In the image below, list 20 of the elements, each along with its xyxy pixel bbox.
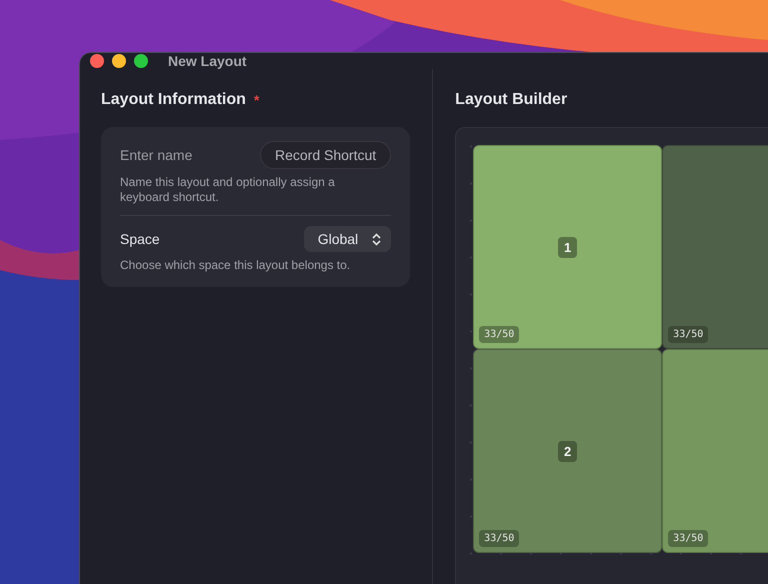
window-title: New Layout xyxy=(168,53,247,69)
layout-tile[interactable]: 1 33/50 xyxy=(473,145,662,349)
required-mark: * xyxy=(254,92,260,108)
tile-ratio: 33/50 xyxy=(668,530,708,547)
name-field[interactable]: Enter name xyxy=(120,147,260,163)
tile-number: 1 xyxy=(558,236,578,258)
tile-ratio: 33/50 xyxy=(668,326,708,343)
space-select[interactable]: Global xyxy=(304,226,392,252)
tile-ratio: 33/50 xyxy=(479,530,520,547)
space-label: Space xyxy=(120,231,160,247)
name-hint: Name this layout and optionally assign a keyboard shortcut. xyxy=(120,175,336,205)
section-title: Layout Information xyxy=(101,91,246,109)
layout-tile[interactable]: 2 33/50 xyxy=(473,349,662,553)
space-hint: Choose which space this layout belongs to. xyxy=(120,258,352,273)
section-title: Layout Builder xyxy=(455,91,568,109)
layout-tile[interactable]: 33/50 xyxy=(662,349,768,553)
tile-number: 2 xyxy=(558,440,578,462)
layout-tile[interactable]: 33/50 xyxy=(662,145,768,349)
tile-ratio: 33/50 xyxy=(479,326,520,343)
record-shortcut-button[interactable]: Record Shortcut xyxy=(260,141,392,169)
